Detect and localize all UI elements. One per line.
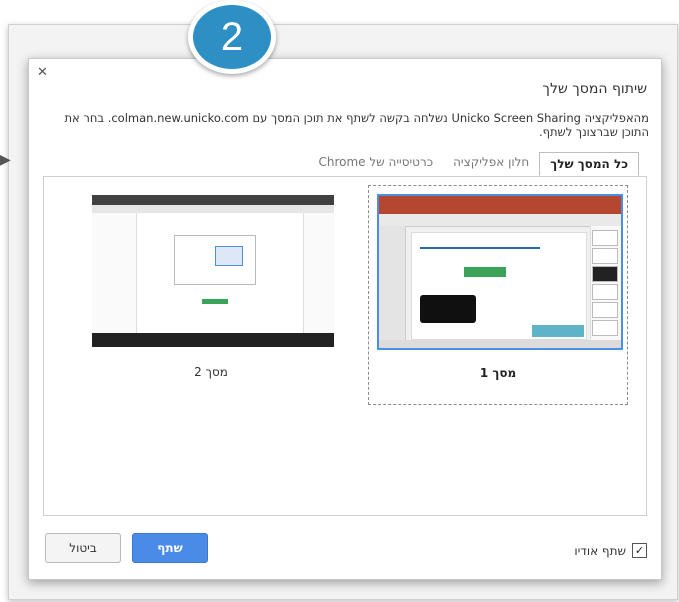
arrow-icon: ▶ [0,152,11,168]
screen-2-thumbnail [92,195,334,347]
tab-chrome-tab[interactable]: כרטיסייה של Chrome [308,151,443,173]
dialog-title: שיתוף המסך שלך [542,81,647,97]
step-number-badge: 2 [188,0,276,74]
share-button[interactable]: שתף [132,533,208,563]
tab-entire-screen[interactable]: כל המסך שלך [539,152,639,176]
share-audio-option[interactable]: ✓ שתף אודיו [574,543,647,558]
tab-application-window[interactable]: חלון אפליקציה [443,151,539,173]
screen-2-label: מסך 2 [194,365,228,379]
screen-share-dialog: ✕ שיתוף המסך שלך מהאפליקציה Unicko Scree… [28,58,662,580]
dialog-footer: ✓ שתף אודיו שתף ביטול [29,515,661,579]
cancel-button[interactable]: ביטול [45,533,121,563]
screen-1-label: מסך 1 [479,366,517,380]
screens-panel: מסך 1 מסך 2 [43,176,647,516]
tab-bar: כל המסך שלך חלון אפליקציה כרטיסייה של Ch… [308,151,639,176]
screen-2-option[interactable]: מסך 2 [82,185,340,403]
share-audio-checkbox[interactable]: ✓ [632,543,647,558]
dialog-description: מהאפליקציה Unicko Screen Sharing נשלחה ב… [64,111,649,139]
screen-1-thumbnail [377,194,623,350]
screen-1-option[interactable]: מסך 1 [368,185,628,405]
share-audio-label: שתף אודיו [574,543,626,558]
close-icon[interactable]: ✕ [37,65,48,80]
